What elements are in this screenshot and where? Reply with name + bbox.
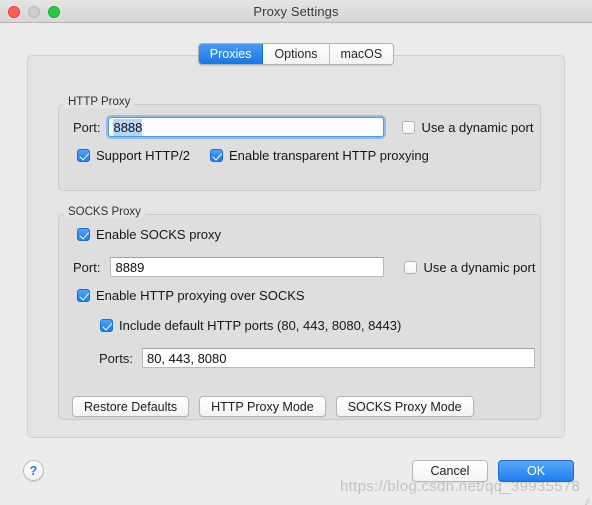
socks-ports-label: Ports: [99,350,133,366]
http-proxy-group: HTTP Proxy Port: 8888 Use a dynamic port… [58,96,541,191]
http-dynamic-port-checkbox[interactable]: Use a dynamic port [402,120,533,135]
traffic-lights [8,0,60,23]
resize-grip[interactable] [578,491,591,505]
enable-socks-checkbox[interactable]: Enable SOCKS proxy [77,227,221,242]
checkbox-check-icon [77,228,90,241]
tab-bar: Proxies Options macOS [0,43,592,65]
http-proxy-mode-button[interactable]: HTTP Proxy Mode [199,396,326,417]
http-port-input[interactable]: 8888 [108,117,385,137]
socks-port-row: Port: 8889 Use a dynamic port [73,257,535,277]
support-http2-label: Support HTTP/2 [96,148,190,163]
socks-proxy-group: SOCKS Proxy Enable SOCKS proxy Port: 888… [58,206,541,420]
http-over-socks-label: Enable HTTP proxying over SOCKS [96,288,305,303]
socks-ports-value: 80, 443, 8080 [146,350,227,366]
question-mark-icon: ? [29,463,38,478]
checkbox-check-icon [209,149,223,162]
socks-port-value: 8889 [115,259,145,275]
checkbox-check-icon [77,149,90,162]
socks-port-label: Port: [73,259,101,275]
http-port-label: Port: [73,119,101,135]
help-button[interactable]: ? [23,460,44,481]
socks-proxy-mode-button[interactable]: SOCKS Proxy Mode [335,396,474,417]
http-dynamic-port-label: Use a dynamic port [421,119,534,135]
tab-proxies[interactable]: Proxies [198,44,264,64]
minimize-window-icon[interactable] [28,5,40,18]
socks-dynamic-port-checkbox[interactable]: Use a dynamic port [404,260,535,275]
include-default-ports-checkbox[interactable]: Include default HTTP ports (80, 443, 808… [100,318,401,333]
http-port-row: Port: 8888 Use a dynamic port [73,117,533,137]
checkbox-box-icon [402,120,416,134]
transparent-proxying-label: Enable transparent HTTP proxying [228,148,429,163]
checkbox-check-icon [100,319,113,332]
http-proxy-group-title: HTTP Proxy [64,96,135,108]
transparent-proxying-checkbox[interactable]: Enable transparent HTTP proxying [209,148,429,163]
tab-options[interactable]: Options [263,44,330,64]
window-title: Proxy Settings [253,3,339,19]
socks-dynamic-port-label: Use a dynamic port [423,259,536,275]
checkbox-box-icon [404,260,418,274]
mode-button-bar: Restore Defaults HTTP Proxy Mode SOCKS P… [72,396,474,417]
proxies-tab-panel: HTTP Proxy Port: 8888 Use a dynamic port… [27,55,565,438]
socks-proxy-group-title: SOCKS Proxy [64,206,145,218]
zoom-window-icon[interactable] [48,5,60,18]
dialog-button-bar: Cancel OK [412,460,574,482]
tab-macos[interactable]: macOS [329,44,394,64]
socks-ports-row: Ports: 80, 443, 8080 [99,348,535,368]
http-over-socks-checkbox[interactable]: Enable HTTP proxying over SOCKS [77,288,305,303]
http-over-socks-row: Enable HTTP proxying over SOCKS [77,288,305,303]
ok-button[interactable]: OK [498,460,574,482]
restore-defaults-button[interactable]: Restore Defaults [72,396,190,417]
cancel-button[interactable]: Cancel [412,460,488,482]
window-titlebar: Proxy Settings [0,0,592,23]
include-default-ports-row: Include default HTTP ports (80, 443, 808… [100,318,401,333]
proxy-settings-window: Proxy Settings Proxies Options macOS HTT… [0,0,592,505]
enable-socks-row: Enable SOCKS proxy [77,227,221,242]
checkbox-check-icon [77,289,90,302]
support-http2-checkbox[interactable]: Support HTTP/2 [77,148,190,163]
include-default-ports-label: Include default HTTP ports (80, 443, 808… [119,318,402,333]
tab-group: Proxies Options macOS [197,43,395,65]
socks-ports-input[interactable]: 80, 443, 8080 [141,348,535,368]
enable-socks-label: Enable SOCKS proxy [96,227,222,242]
close-window-icon[interactable] [8,5,20,18]
http-port-value: 8888 [113,118,143,136]
http-options-row: Support HTTP/2 Enable transparent HTTP p… [77,148,429,163]
socks-port-input[interactable]: 8889 [110,257,385,277]
